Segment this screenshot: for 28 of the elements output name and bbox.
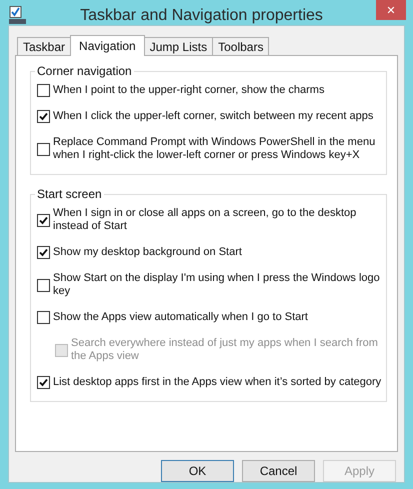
checkbox[interactable] <box>37 142 50 156</box>
checkbox[interactable] <box>37 376 50 389</box>
dialog-button[interactable]: Cancel <box>242 460 315 482</box>
tab[interactable]: Jump Lists <box>144 37 214 55</box>
checkbox-label: Replace Command Prompt with Windows PowerShell in the menu when I right-click the lower-left corner or press Windows key+X <box>53 136 376 162</box>
tab[interactable]: Navigation <box>70 35 145 56</box>
dialog-button[interactable]: OK <box>161 460 234 482</box>
app-icon <box>9 6 26 24</box>
checkbox[interactable] <box>37 278 50 292</box>
checkbox[interactable] <box>37 110 50 123</box>
checkbox[interactable] <box>37 214 50 226</box>
checkbox-label: Show the Apps view automatically when I go to Start <box>53 311 308 324</box>
tab[interactable]: Toolbars <box>212 37 270 55</box>
checkbox-label: When I click the upper-left corner, switch between my recent apps <box>53 110 374 123</box>
checkbox[interactable] <box>37 246 50 259</box>
checkbox[interactable] <box>37 311 50 324</box>
close-button[interactable]: ✕ <box>376 0 406 20</box>
window-title: Taskbar and Navigation properties <box>80 7 323 25</box>
checkbox-label: Search everywhere instead of just my apps when I search from the Apps view <box>71 337 379 363</box>
checkbox-label: List desktop apps first in the Apps view when it’s sorted by category <box>53 376 382 389</box>
tab[interactable]: Taskbar <box>17 37 72 55</box>
checkbox-label: Show Start on the display I'm using when I press the Windows logo key <box>53 272 381 298</box>
group-title: Corner navigation <box>36 64 133 78</box>
checkbox-label: When I point to the upper-right corner, show the charms <box>53 84 324 97</box>
checkbox[interactable] <box>37 84 50 97</box>
checkbox-label: When I sign in or close all apps on a screen, go to the desktop instead of Start <box>53 207 358 233</box>
checkbox-label: Show my desktop background on Start <box>53 246 242 259</box>
group-title: Start screen <box>36 187 103 201</box>
